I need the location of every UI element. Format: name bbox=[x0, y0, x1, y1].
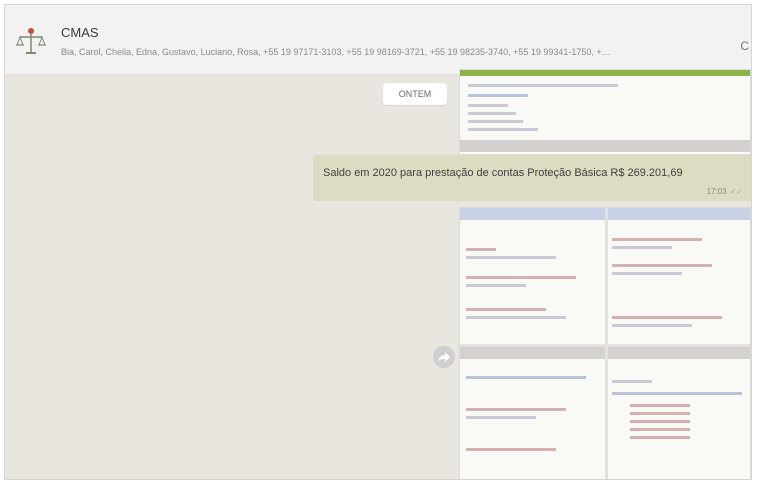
document-text-line bbox=[466, 276, 576, 279]
message-time: 17:03 bbox=[706, 187, 727, 196]
group-avatar[interactable] bbox=[15, 25, 47, 57]
image-message-document-grid[interactable] bbox=[459, 207, 751, 479]
document-text-line bbox=[630, 404, 690, 407]
header-menu-glyph[interactable]: C bbox=[740, 39, 749, 53]
date-divider: ONTEM bbox=[383, 83, 447, 105]
group-name[interactable]: CMAS bbox=[61, 25, 99, 40]
document-text-line bbox=[466, 408, 566, 411]
outgoing-text-message[interactable]: Saldo em 2020 para prestação de contas P… bbox=[313, 155, 751, 201]
document-text-line bbox=[466, 256, 556, 259]
document-text-line bbox=[468, 104, 508, 107]
document-text-line bbox=[466, 248, 496, 251]
document-text-line bbox=[466, 308, 546, 311]
document-header-bar bbox=[460, 70, 750, 76]
message-meta: 17:03 ✓✓ bbox=[707, 187, 743, 196]
forward-button[interactable] bbox=[433, 346, 455, 368]
document-text-line bbox=[468, 94, 528, 97]
document-text-line bbox=[630, 428, 690, 431]
scales-of-justice-icon bbox=[16, 28, 46, 54]
document-text-line bbox=[466, 376, 586, 379]
document-text-line bbox=[466, 416, 536, 419]
document-text-line bbox=[612, 324, 692, 327]
document-text-line bbox=[468, 120, 523, 123]
document-text-line bbox=[466, 316, 566, 319]
document-text-line bbox=[468, 112, 516, 115]
read-receipt-icon: ✓✓ bbox=[729, 187, 743, 196]
chat-body[interactable]: ONTEM Saldo em 2020 para prestação de co… bbox=[5, 69, 751, 479]
document-text-line bbox=[612, 380, 652, 383]
document-text-line bbox=[468, 84, 618, 87]
document-text-line bbox=[612, 238, 702, 241]
grid-divider bbox=[460, 344, 750, 347]
message-text: Saldo em 2020 para prestação de contas P… bbox=[323, 167, 683, 179]
document-text-line bbox=[468, 128, 538, 131]
image-message-document-1[interactable] bbox=[459, 69, 751, 155]
chat-header[interactable]: CMAS Bia, Carol, Cheila, Edna, Gustavo, … bbox=[5, 5, 751, 75]
document-taskbar bbox=[460, 140, 750, 152]
document-text-line bbox=[630, 436, 690, 439]
document-text-line bbox=[630, 420, 690, 423]
document-text-line bbox=[612, 272, 682, 275]
document-text-line bbox=[612, 246, 672, 249]
document-text-line bbox=[466, 448, 556, 451]
document-text-line bbox=[612, 316, 722, 319]
document-text-line bbox=[630, 412, 690, 415]
document-text-line bbox=[612, 264, 712, 267]
document-text-line bbox=[466, 284, 526, 287]
forward-arrow-icon bbox=[438, 352, 450, 362]
document-text-line bbox=[612, 392, 742, 395]
whatsapp-chat-window: CMAS Bia, Carol, Cheila, Edna, Gustavo, … bbox=[4, 4, 752, 480]
group-members-list[interactable]: Bia, Carol, Cheila, Edna, Gustavo, Lucia… bbox=[61, 47, 741, 57]
